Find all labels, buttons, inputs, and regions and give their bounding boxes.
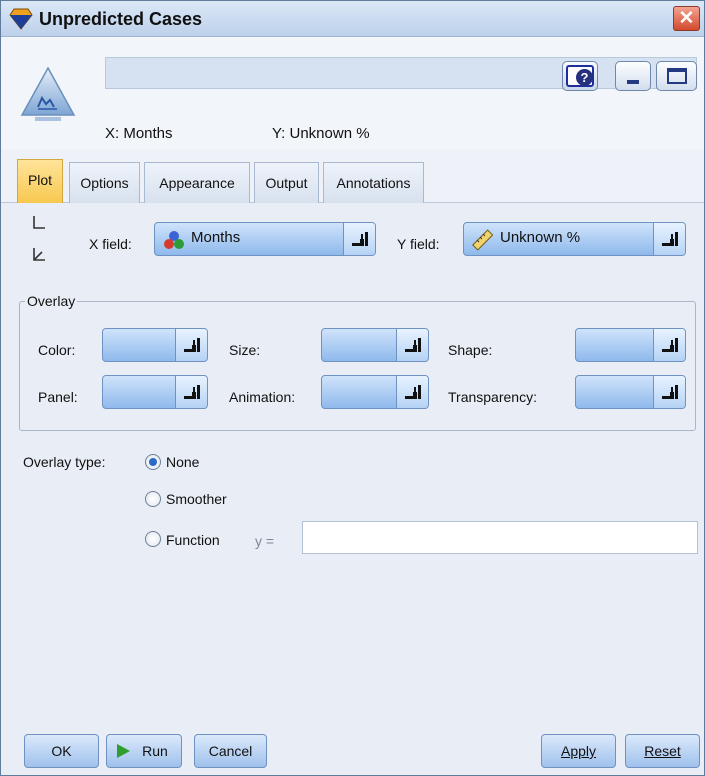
- ok-button[interactable]: OK: [24, 734, 99, 768]
- dropdown-button[interactable]: [396, 376, 428, 408]
- run-play-icon: [117, 744, 130, 758]
- continuous-ruler-icon: [472, 229, 493, 251]
- overlay-smoother-label: Smoother: [166, 491, 227, 507]
- shape-field-select[interactable]: [575, 328, 686, 362]
- tab-strip: Plot Options Appearance Output Annotatio…: [1, 149, 704, 203]
- dropdown-arrow-icon: [352, 232, 368, 246]
- overlay-smoother-radio[interactable]: [145, 491, 161, 507]
- close-button[interactable]: ✕: [673, 6, 700, 31]
- shape-label: Shape:: [448, 342, 493, 358]
- dropdown-button[interactable]: [653, 376, 685, 408]
- maximize-icon: [667, 68, 687, 84]
- minimize-icon: [627, 80, 639, 84]
- transparency-field-select[interactable]: [575, 375, 686, 409]
- size-label: Size:: [229, 342, 261, 358]
- dropdown-arrow-icon: [184, 338, 200, 352]
- y-field-label: Y field:: [397, 236, 440, 252]
- plot-node-icon: [20, 66, 76, 121]
- 3d-axes-icon[interactable]: [31, 247, 47, 263]
- animation-field-select[interactable]: [321, 375, 429, 409]
- tab-annotations[interactable]: Annotations: [323, 162, 424, 203]
- overlay-none-label: None: [166, 454, 200, 470]
- node-name-field[interactable]: [105, 57, 697, 89]
- reset-button[interactable]: Reset: [625, 734, 700, 768]
- overlay-function-label: Function: [166, 532, 220, 548]
- y-axis-info: Y: Unknown %: [272, 125, 370, 142]
- node-header: ? X: Months Y: Unknown %: [1, 37, 704, 149]
- minimize-button[interactable]: [615, 61, 651, 91]
- color-label: Color:: [38, 342, 76, 358]
- run-button-label: Run: [142, 743, 168, 759]
- cancel-button[interactable]: Cancel: [194, 734, 267, 768]
- apply-button-label: Apply: [560, 743, 597, 759]
- dropdown-arrow-icon: [405, 385, 421, 399]
- dropdown-button[interactable]: [653, 329, 685, 361]
- dropdown-button[interactable]: [653, 223, 685, 255]
- reset-button-label: Reset: [644, 743, 681, 759]
- dropdown-button[interactable]: [343, 223, 375, 255]
- animation-label: Animation:: [229, 389, 296, 405]
- tab-plot[interactable]: Plot: [17, 159, 63, 203]
- x-axis-info: X: Months: [105, 125, 173, 142]
- color-field-select[interactable]: [102, 328, 208, 362]
- y-field-select[interactable]: Unknown %: [463, 222, 686, 256]
- x-field-select[interactable]: Months: [154, 222, 376, 256]
- dropdown-button[interactable]: [396, 329, 428, 361]
- help-icon: ?: [576, 69, 593, 86]
- x-field-value: Months: [191, 229, 241, 246]
- dropdown-arrow-icon: [405, 338, 421, 352]
- size-field-select[interactable]: [321, 328, 429, 362]
- help-button[interactable]: ?: [562, 61, 598, 91]
- y-field-value: Unknown %: [500, 229, 581, 246]
- window-title: Unpredicted Cases: [39, 9, 203, 29]
- dropdown-button[interactable]: [175, 376, 207, 408]
- xy-axes-icon[interactable]: [31, 215, 47, 231]
- dialog-window: Unpredicted Cases ✕ ? X: Months Y: Unkno…: [0, 0, 705, 776]
- run-button[interactable]: Run: [106, 734, 182, 768]
- apply-button[interactable]: Apply: [541, 734, 616, 768]
- function-prefix: y =: [255, 533, 275, 549]
- plot-tab-panel: X field: Months Y field: Unknown % Overl…: [1, 203, 704, 723]
- set-field-icon: [164, 231, 184, 249]
- overlay-none-radio[interactable]: [145, 454, 161, 470]
- transparency-label: Transparency:: [448, 389, 537, 405]
- overlay-group-title: Overlay: [25, 293, 78, 309]
- dropdown-arrow-icon: [662, 385, 678, 399]
- node-diamond-icon: [9, 8, 33, 30]
- dropdown-arrow-icon: [662, 232, 678, 246]
- tab-appearance[interactable]: Appearance: [144, 162, 250, 203]
- x-field-label: X field:: [89, 236, 132, 252]
- overlay-function-radio[interactable]: [145, 531, 161, 547]
- overlay-group: [19, 301, 696, 431]
- panel-label: Panel:: [38, 389, 78, 405]
- maximize-button[interactable]: [656, 61, 697, 91]
- dropdown-arrow-icon: [662, 338, 678, 352]
- title-bar[interactable]: Unpredicted Cases ✕: [1, 1, 704, 37]
- button-bar: OK Run Cancel Apply Reset: [1, 723, 704, 775]
- dropdown-button[interactable]: [175, 329, 207, 361]
- tab-options[interactable]: Options: [69, 162, 140, 203]
- dropdown-arrow-icon: [184, 385, 200, 399]
- tab-output[interactable]: Output: [254, 162, 319, 203]
- overlay-type-label: Overlay type:: [23, 454, 106, 470]
- function-input[interactable]: [302, 521, 698, 554]
- panel-field-select[interactable]: [102, 375, 208, 409]
